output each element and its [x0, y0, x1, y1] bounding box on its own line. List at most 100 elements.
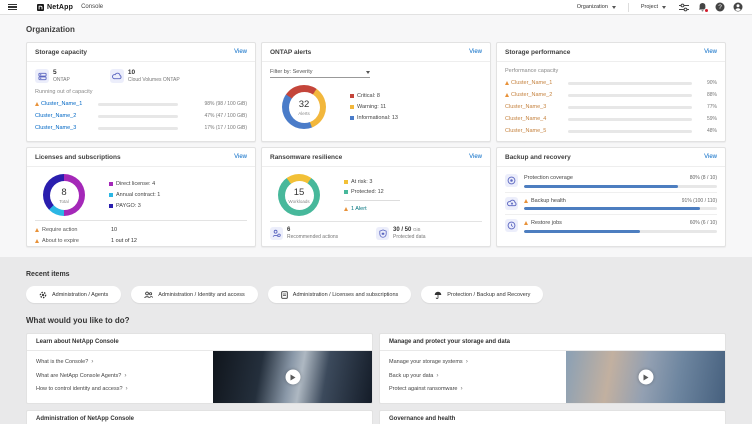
performance-bar	[568, 106, 692, 109]
legend-item: Protected: 12	[344, 189, 400, 195]
bottom-section: Recent items Administration / Agents Adm…	[0, 257, 752, 424]
project-selector[interactable]: Project	[635, 4, 672, 10]
capacity-bar	[98, 127, 178, 130]
alert-value: 10	[111, 227, 117, 233]
todo-card-learn: Learn about NetApp Console What is the C…	[26, 333, 373, 404]
performance-bar	[568, 82, 692, 85]
settings-icon[interactable]	[678, 1, 690, 13]
backup-recovery-card: Backup and recovery View Protection cove…	[496, 147, 726, 247]
todo-link[interactable]: How to control identity and access?	[36, 386, 204, 393]
backup-metric-row: Restore jobs 60% (6 / 10)	[505, 215, 717, 237]
alert-label: Require action	[42, 227, 108, 233]
cluster-link[interactable]: Cluster_Name_1	[35, 101, 93, 107]
card-title: Ransomware resilience	[270, 154, 342, 161]
todo-link[interactable]: What are NetApp Console Agents?	[36, 373, 204, 380]
view-link[interactable]: View	[704, 154, 717, 160]
todo-link[interactable]: What is the Console?	[36, 359, 204, 366]
video-thumbnail[interactable]	[566, 351, 725, 403]
recent-chip-identity[interactable]: Administration / Identity and access	[131, 286, 258, 303]
license-icon	[281, 291, 288, 299]
organization-selector[interactable]: Organization	[571, 4, 622, 10]
help-icon[interactable]: ?	[714, 1, 726, 13]
play-icon[interactable]	[285, 370, 300, 385]
chip-label: Administration / Agents	[52, 292, 108, 298]
todo-link[interactable]: Protect against ransomware	[389, 386, 557, 393]
todo-card-title: Administration of NetApp Console	[27, 411, 372, 424]
chip-label: Administration / Identity and access	[158, 292, 245, 298]
cluster-link[interactable]: Cluster_Name_4	[505, 116, 563, 122]
workloads-total: 15	[294, 187, 305, 198]
view-link[interactable]: View	[469, 154, 482, 160]
protected-data-stat: 30 / 50 GiB Protected data	[376, 227, 482, 240]
stat-label: Recommended actions	[287, 234, 338, 240]
licenses-total-label: Total	[59, 199, 69, 204]
todo-card-title: Learn about NetApp Console	[27, 334, 372, 351]
todo-card-title: Governance and health	[380, 411, 725, 424]
filter-label: Filter by: Severity	[270, 69, 312, 75]
notifications-icon[interactable]	[696, 1, 708, 13]
warning-icon	[35, 102, 39, 106]
card-title: Storage capacity	[35, 49, 87, 56]
restore-jobs-icon	[505, 219, 518, 232]
stat-value: 5	[53, 69, 70, 76]
cloud-volumes-icon	[110, 69, 124, 83]
license-alert-row: Require action 10	[35, 224, 247, 235]
recommended-actions-stat: 6 Recommended actions	[270, 227, 376, 240]
account-icon[interactable]	[732, 1, 744, 13]
brand-name: NetApp	[47, 4, 73, 11]
protected-data-icon	[376, 227, 389, 240]
view-link[interactable]: View	[704, 49, 717, 55]
backup-metric-row: Protection coverage 80% (8 / 10)	[505, 170, 717, 193]
cluster-link[interactable]: Cluster_Name_3	[505, 104, 563, 110]
cluster-link[interactable]: Cluster_Name_2	[35, 113, 93, 119]
card-title: Backup and recovery	[505, 154, 571, 161]
performance-row: Cluster_Name_4 59%	[505, 113, 717, 125]
view-link[interactable]: View	[234, 154, 247, 160]
alerts-donut-chart: 32Alerts	[282, 85, 326, 129]
video-thumbnail[interactable]	[213, 351, 372, 403]
capacity-value: 17% (17 / 100 GiB)	[183, 125, 247, 131]
alert-value: 1 out of 12	[111, 238, 137, 244]
cluster-link[interactable]: Cluster_Name_3	[35, 125, 93, 131]
backup-metric-row: Backup health 91% (100 / 110)	[505, 193, 717, 216]
section-label: Running out of capacity	[35, 89, 247, 95]
performance-value: 48%	[697, 128, 717, 134]
cluster-link[interactable]: Cluster_Name_5	[505, 128, 563, 134]
page-title: Organization	[26, 25, 726, 34]
licenses-donut-chart: 8Total	[43, 174, 85, 216]
todo-card-manage: Manage and protect your storage and data…	[379, 333, 726, 404]
performance-value: 59%	[697, 116, 717, 122]
card-title: Storage performance	[505, 49, 570, 56]
warning-icon	[505, 81, 509, 85]
menu-icon[interactable]	[8, 4, 17, 11]
todo-link[interactable]: Manage your storage systems	[389, 359, 557, 366]
recent-chip-licenses[interactable]: Administration / Licenses and subscripti…	[268, 286, 411, 303]
recent-chip-protection[interactable]: Protection / Backup and Recovery	[421, 286, 543, 303]
metric-label: Restore jobs	[531, 220, 562, 226]
chevron-down-icon	[662, 6, 666, 9]
todo-card-title: Manage and protect your storage and data	[380, 334, 725, 351]
cluster-link[interactable]: Cluster_Name_2	[505, 92, 563, 98]
severity-filter-select[interactable]: Filter by: Severity	[270, 69, 370, 78]
project-selector-label: Project	[641, 4, 658, 10]
cvo-count-stat: 10 Cloud Volumes ONTAP	[110, 69, 180, 83]
legend-item: Critical: 8	[350, 93, 398, 99]
metric-value: 60% (6 / 10)	[690, 220, 717, 226]
todo-link[interactable]: Back up your data	[389, 373, 557, 380]
play-icon[interactable]	[638, 370, 653, 385]
view-link[interactable]: View	[469, 49, 482, 55]
cluster-link[interactable]: Cluster_Name_1	[505, 80, 563, 86]
netapp-logo-mark	[37, 4, 44, 11]
product-name: Console	[81, 4, 103, 10]
gear-icon	[39, 291, 47, 299]
legend-item: Warning: 11	[350, 104, 398, 110]
legend-item: Informational: 13	[350, 115, 398, 121]
stat-label: Protected data	[393, 234, 426, 240]
metric-bar	[524, 185, 717, 188]
chip-label: Administration / Licenses and subscripti…	[293, 292, 398, 298]
warning-icon	[524, 199, 528, 203]
ransomware-alert-link[interactable]: 1 Alert	[344, 206, 400, 212]
recent-chip-agents[interactable]: Administration / Agents	[26, 286, 121, 303]
stat-label: Cloud Volumes ONTAP	[128, 77, 180, 83]
view-link[interactable]: View	[234, 49, 247, 55]
